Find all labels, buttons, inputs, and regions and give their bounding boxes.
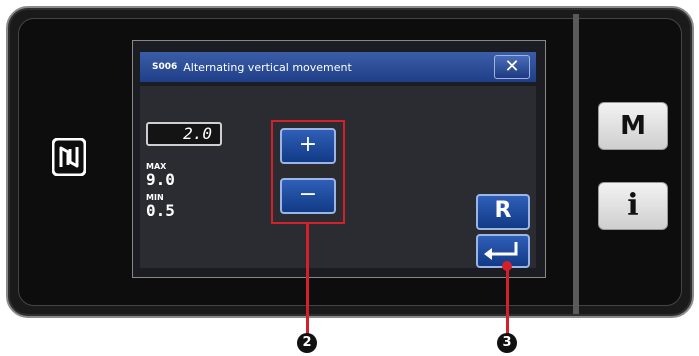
callout-line-2 [306,224,309,334]
dialog-code: S006 [152,62,178,72]
callout-number-3: 3 [497,333,517,353]
menu-button[interactable]: M [598,102,668,150]
reset-button[interactable]: R [476,194,530,230]
callout-number-2: 2 [297,333,317,353]
close-button[interactable]: ✕ [494,55,530,79]
nfc-icon [52,138,86,176]
panel-separator [573,14,579,314]
info-button[interactable]: i [598,182,668,230]
dialog-title: Alternating vertical movement [183,60,352,74]
plus-button[interactable]: + [280,128,336,164]
min-value: 0.5 [146,201,175,220]
callout-line-3 [506,268,509,334]
minus-button[interactable]: − [280,178,336,214]
dialog-titlebar: S006 Alternating vertical movement ✕ [140,52,536,82]
max-value: 9.0 [146,170,175,189]
value-display: 2.0 [146,122,222,146]
